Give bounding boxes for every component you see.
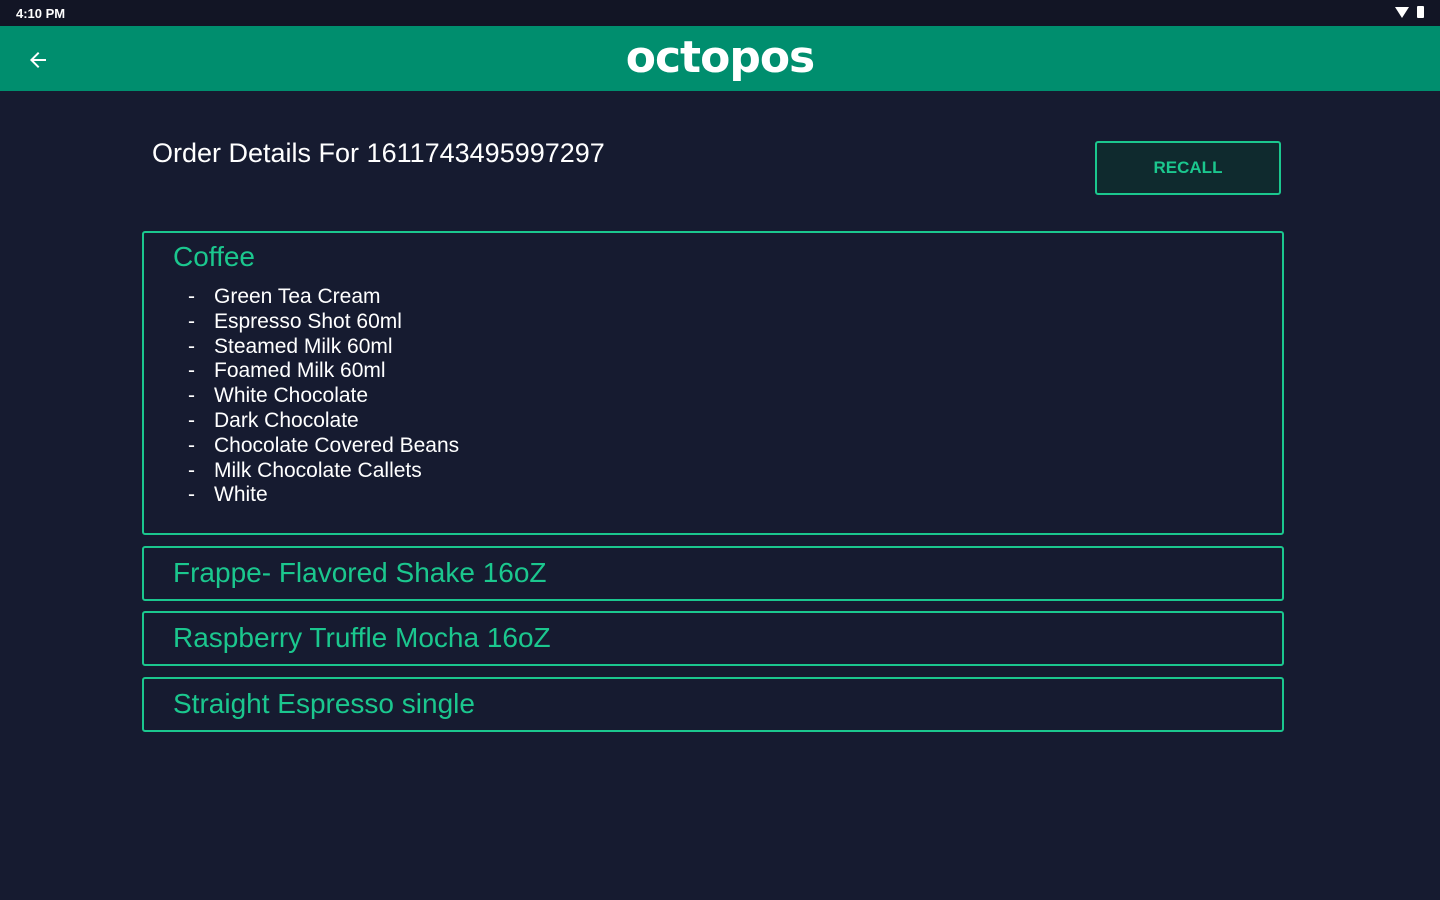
modifier-item: - Green Tea Cream xyxy=(188,285,381,308)
modifier-label: Espresso Shot 60ml xyxy=(214,309,402,333)
modifier-item: - Milk Chocolate Callets xyxy=(188,458,422,482)
modifier-label: Steamed Milk 60ml xyxy=(214,334,393,358)
order-item-card[interactable]: Straight Espresso single xyxy=(142,677,1284,732)
modifier-label: Milk Chocolate Callets xyxy=(214,458,422,482)
order-item-card[interactable]: Frappe- Flavored Shake 16oZ xyxy=(142,546,1284,601)
modifier-label: Foamed Milk 60ml xyxy=(214,359,386,383)
order-item-card[interactable]: Coffee - Green Tea Cream - Espresso Shot 6… xyxy=(142,231,1284,535)
modifier-label: White Chocolate xyxy=(214,384,369,408)
modifier-label: Chocolate Covered Beans xyxy=(214,433,460,457)
order-item-title: Straight Espresso single xyxy=(173,688,475,719)
modifier-item: - Steamed Milk 60ml xyxy=(188,334,393,358)
modifier-label: White xyxy=(214,483,268,507)
modifier-item: - Espresso Shot 60ml xyxy=(188,309,402,333)
modifier-label: Dark Chocolate xyxy=(214,408,359,432)
order-item-title: Raspberry Truffle Mocha 16oZ xyxy=(173,622,551,653)
modifier-item: - White Chocolate xyxy=(188,384,369,408)
modifier-list: - Green Tea Cream - Espresso Shot 60ml - St… xyxy=(188,285,459,508)
status-bar: 4:10 PM xyxy=(0,0,1440,26)
modifier-label: Green Tea Cream xyxy=(214,285,381,308)
order-title: Order Details For 1611743495997297 xyxy=(152,138,605,168)
status-icons xyxy=(1395,6,1424,18)
modifier-item: - Foamed Milk 60ml xyxy=(188,359,386,383)
app-bar: octopos xyxy=(0,26,1440,91)
battery-icon xyxy=(1417,6,1424,18)
wifi-icon xyxy=(1395,6,1409,18)
app-logo: octopos xyxy=(625,32,816,83)
modifier-item: - Chocolate Covered Beans xyxy=(188,433,460,457)
recall-button[interactable]: RECALL xyxy=(1095,141,1281,195)
order-item-title: Frappe- Flavored Shake 16oZ xyxy=(173,557,547,588)
order-item-card[interactable]: Raspberry Truffle Mocha 16oZ xyxy=(142,611,1284,666)
modifier-item: - Dark Chocolate xyxy=(188,408,359,432)
modifier-item: - White xyxy=(188,483,268,507)
status-time: 4:10 PM xyxy=(16,6,66,21)
order-item-title: Coffee xyxy=(173,241,255,272)
